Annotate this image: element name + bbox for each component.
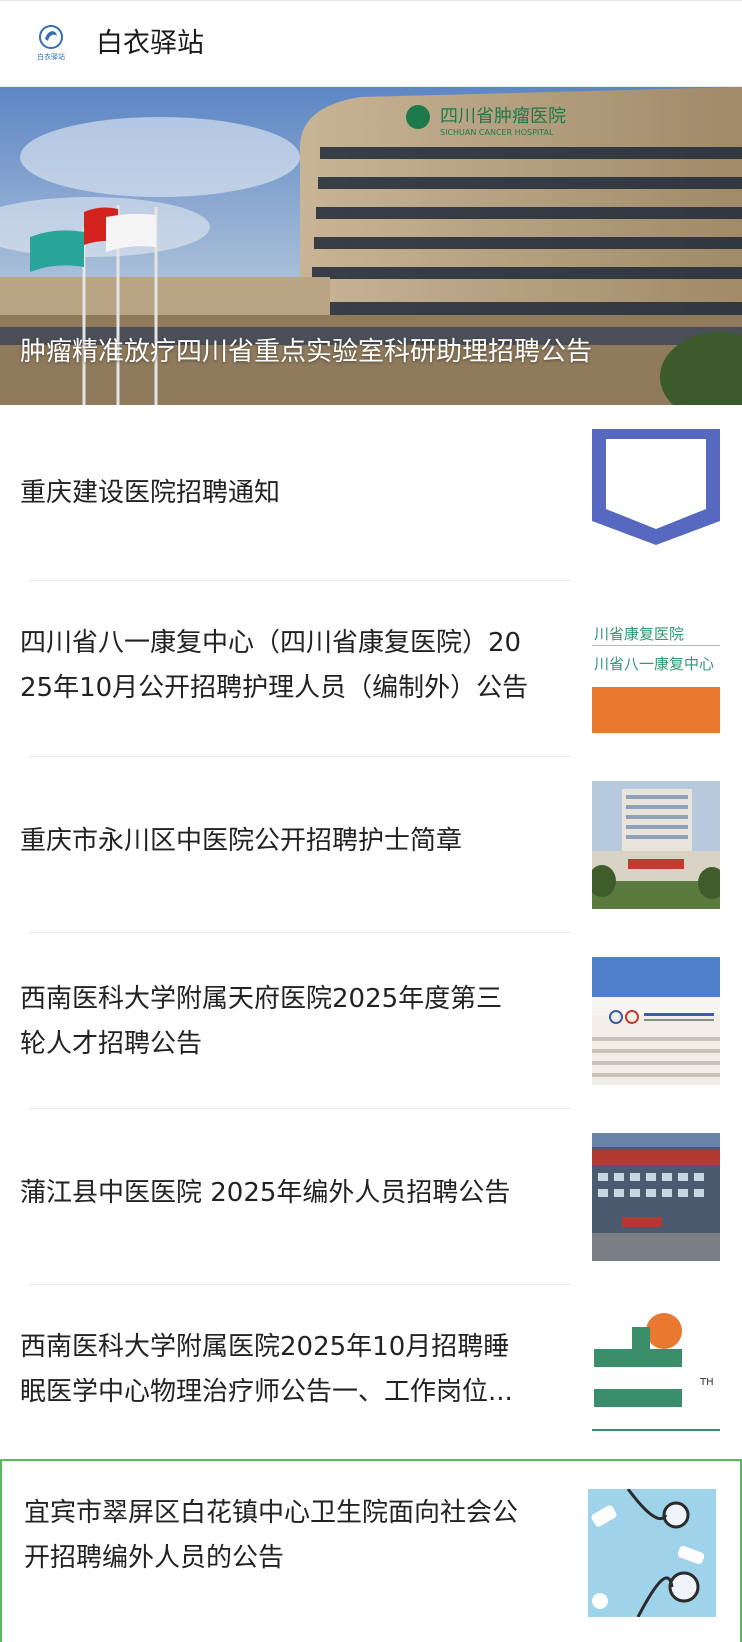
rehab-center-thumbnail: 川省康复医院 川省八一康复中心 [592, 605, 720, 733]
university-hospital-logo-thumbnail: TH [592, 1309, 720, 1437]
svg-text:TH: TH [699, 1377, 714, 1388]
svg-text:四川省肿瘤医院: 四川省肿瘤医院 [440, 106, 566, 127]
list-item[interactable]: 西南医科大学附属医院2025年10月招聘睡 眠医学中心物理治疗师公告一、工作岗位… [0, 1285, 742, 1459]
article-title[interactable]: 宜宾市翠屏区白花镇中心卫生院面向社会公 开招聘编外人员的公告 [24, 1491, 569, 1581]
hospital-building-thumbnail [592, 781, 720, 909]
svg-text:SICHUAN CANCER HOSPITAL: SICHUAN CANCER HOSPITAL [440, 128, 554, 137]
list-item[interactable]: 四川省八一康复中心（四川省康复医院）20 25年10月公开招聘护理人员（编制外）… [0, 581, 742, 757]
highlighted-list-item[interactable]: 宜宾市翠屏区白花镇中心卫生院面向社会公 开招聘编外人员的公告 [0, 1459, 742, 1642]
stethoscope-thumbnail [588, 1489, 716, 1617]
article-title[interactable]: 四川省八一康复中心（四川省康复医院）20 25年10月公开招聘护理人员（编制外）… [20, 621, 565, 711]
list-item[interactable]: 重庆市永川区中医院公开招聘护士简章 [0, 757, 742, 933]
banner-title[interactable]: 肿瘤精准放疗四川省重点实验室科研助理招聘公告 [20, 334, 720, 370]
shield-logo-icon [592, 429, 720, 545]
article-title[interactable]: 西南医科大学附属医院2025年10月招聘睡 眠医学中心物理治疗师公告一、工作岗位… [20, 1325, 565, 1415]
top-header: 白衣驿站 白衣驿站 [0, 0, 742, 87]
svg-text:白衣驿站: 白衣驿站 [37, 52, 65, 61]
list-item[interactable]: 西南医科大学附属天府医院2025年度第三 轮人才招聘公告 [0, 933, 742, 1109]
article-title[interactable]: 重庆建设医院招聘通知 [20, 471, 565, 516]
article-title[interactable]: 重庆市永川区中医院公开招聘护士简章 [20, 819, 565, 864]
list-item[interactable]: 蒲江县中医医院 2025年编外人员招聘公告 [0, 1109, 742, 1285]
app-title: 白衣驿站 [96, 28, 204, 59]
tianfu-hospital-thumbnail [592, 957, 720, 1085]
svg-text:川省康复医院: 川省康复医院 [594, 625, 684, 643]
article-title[interactable]: 蒲江县中医医院 2025年编外人员招聘公告 [20, 1171, 565, 1216]
pujiang-hospital-thumbnail [592, 1133, 720, 1261]
app-logo-icon[interactable]: 白衣驿站 [34, 23, 68, 63]
list-item[interactable]: 重庆建设医院招聘通知 [0, 405, 742, 581]
article-title[interactable]: 西南医科大学附属天府医院2025年度第三 轮人才招聘公告 [20, 977, 565, 1067]
svg-text:川省八一康复中心: 川省八一康复中心 [594, 655, 714, 673]
featured-banner[interactable]: 四川省肿瘤医院 SICHUAN CANCER HOSPITAL 肿瘤精准放疗四川… [0, 87, 742, 405]
